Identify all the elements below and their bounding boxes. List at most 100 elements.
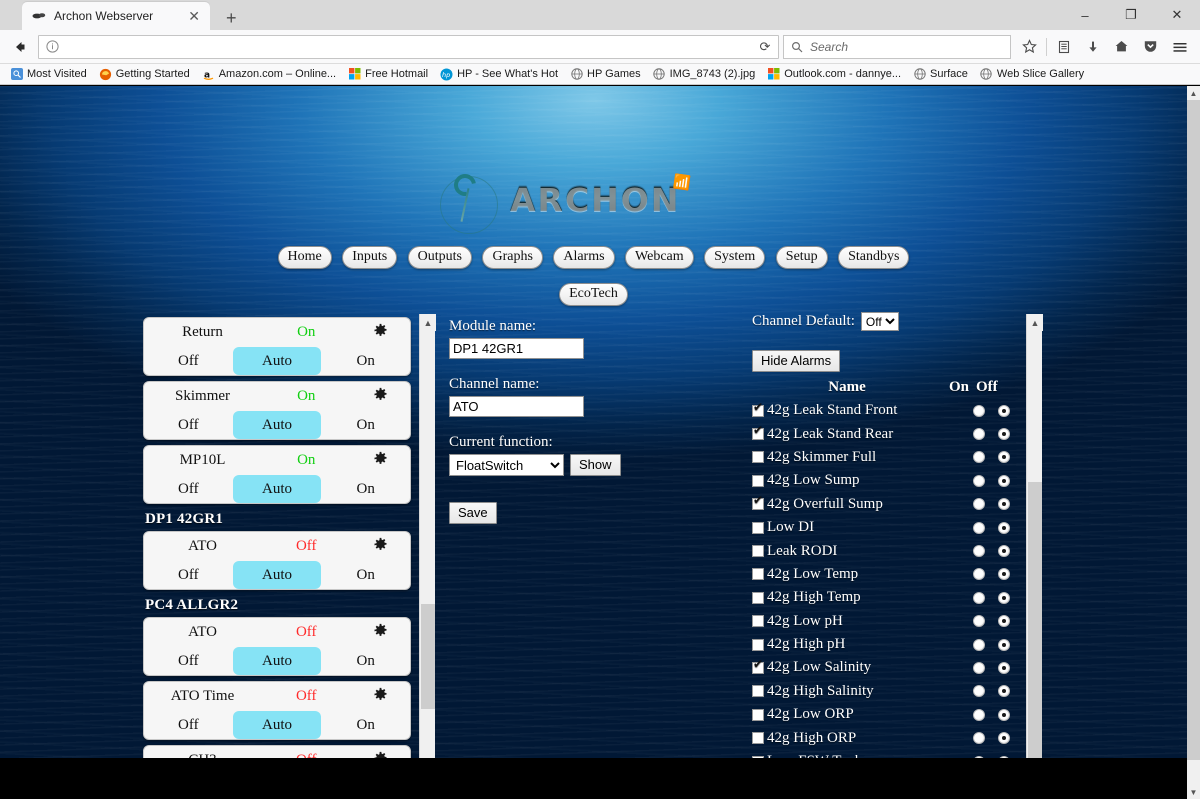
alarm-radio-on[interactable] — [973, 568, 985, 581]
nav-outputs[interactable]: Outputs — [407, 246, 472, 269]
nav-graphs[interactable]: Graphs — [482, 246, 543, 269]
alarm-checkbox[interactable] — [752, 401, 764, 417]
plus-icon[interactable]: + — [220, 9, 243, 27]
alarm-checkbox[interactable] — [752, 708, 764, 721]
alarm-radio-on[interactable] — [973, 732, 985, 745]
alarm-radio-off[interactable] — [998, 685, 1010, 698]
reload-icon[interactable]: ⟳ — [752, 39, 778, 55]
maximize-button[interactable]: ❐ — [1108, 0, 1154, 30]
alarm-radio-on[interactable] — [973, 708, 985, 721]
channel-mode-off[interactable]: Off — [144, 475, 233, 503]
nav-system[interactable]: System — [704, 246, 766, 269]
scrollbar-thumb[interactable] — [1028, 482, 1042, 776]
alarm-radio-on[interactable] — [973, 591, 985, 604]
alarm-radio-off[interactable] — [998, 591, 1010, 604]
alarm-checkbox[interactable] — [752, 591, 764, 604]
nav-setup[interactable]: Setup — [775, 246, 828, 269]
nav-home[interactable]: Home — [277, 246, 332, 269]
alarm-radio-on[interactable] — [973, 545, 985, 558]
save-button[interactable]: Save — [449, 502, 497, 524]
alarm-radio-off[interactable] — [998, 708, 1010, 721]
page-scrollbar[interactable]: ▲ ▼ — [1187, 86, 1200, 799]
nav-alarms[interactable]: Alarms — [553, 246, 615, 269]
alarm-radio-on[interactable] — [973, 685, 985, 698]
alarm-radio-on[interactable] — [973, 521, 985, 534]
alarm-radio-on[interactable] — [973, 615, 985, 628]
channel-mode-off[interactable]: Off — [144, 711, 233, 739]
gear-icon[interactable] — [351, 451, 410, 471]
minimize-button[interactable]: – — [1062, 0, 1108, 30]
chevron-down-icon[interactable]: ▼ — [1187, 785, 1200, 799]
pocket-icon[interactable] — [1136, 33, 1165, 61]
alarm-radio-on[interactable] — [973, 498, 985, 511]
bookmark-surface[interactable]: Surface — [907, 65, 974, 83]
bookmark-hp-see-whats-hot[interactable]: hp HP - See What's Hot — [434, 65, 564, 83]
channel-mode-off[interactable]: Off — [144, 347, 233, 375]
hamburger-menu-icon[interactable] — [1165, 33, 1194, 61]
library-icon[interactable] — [1049, 33, 1078, 61]
alarm-radio-on[interactable] — [973, 638, 985, 651]
info-icon[interactable] — [39, 40, 65, 53]
address-bar[interactable]: ⟳ — [38, 34, 779, 59]
browser-tab[interactable]: Archon Webserver ✕ — [22, 2, 210, 30]
alarm-checkbox[interactable] — [752, 424, 764, 441]
chevron-up-icon[interactable]: ▲ — [1027, 314, 1043, 331]
alarm-radio-off[interactable] — [998, 428, 1010, 441]
alarm-radio-on[interactable] — [973, 428, 985, 441]
channel-mode-on[interactable]: On — [321, 347, 410, 375]
close-icon[interactable]: ✕ — [184, 7, 204, 25]
channel-mode-auto[interactable]: Auto — [232, 561, 322, 589]
bookmark-hp-games[interactable]: HP Games — [564, 65, 647, 83]
alarm-radio-on[interactable] — [973, 404, 985, 417]
current-function-select[interactable]: FloatSwitch — [449, 454, 564, 476]
channel-mode-off[interactable]: Off — [144, 411, 233, 439]
scrollbar-thumb[interactable] — [421, 604, 435, 709]
channel-mode-on[interactable]: On — [321, 475, 410, 503]
alarm-checkbox[interactable] — [752, 494, 764, 511]
home-icon[interactable] — [1107, 33, 1136, 61]
nav-webcam[interactable]: Webcam — [625, 246, 694, 269]
alarm-checkbox[interactable] — [752, 685, 764, 698]
bookmark-getting-started[interactable]: Getting Started — [93, 65, 196, 83]
alarm-radio-off[interactable] — [998, 474, 1010, 487]
channel-mode-off[interactable]: Off — [144, 561, 233, 589]
alarm-checkbox[interactable] — [752, 638, 764, 651]
gear-icon[interactable] — [351, 387, 410, 407]
channel-mode-on[interactable]: On — [321, 711, 410, 739]
channel-mode-auto[interactable]: Auto — [232, 711, 322, 739]
back-arrow-icon[interactable] — [6, 33, 34, 61]
alarm-radio-off[interactable] — [998, 638, 1010, 651]
alarm-checkbox[interactable] — [752, 521, 764, 534]
nav-standbys[interactable]: Standbys — [838, 246, 910, 269]
channel-mode-auto[interactable]: Auto — [232, 647, 322, 675]
channels-scrollbar[interactable]: ▲ ▼ — [419, 314, 436, 776]
gear-icon[interactable] — [351, 623, 410, 643]
search-bar[interactable] — [783, 34, 1011, 59]
module-name-input[interactable] — [449, 338, 584, 359]
bookmark-free-hotmail[interactable]: Free Hotmail — [342, 65, 434, 83]
close-window-button[interactable]: ✕ — [1154, 0, 1200, 30]
bookmark-most-visited[interactable]: Most Visited — [4, 65, 93, 83]
download-icon[interactable] — [1078, 33, 1107, 61]
alarms-scrollbar[interactable]: ▲ ▼ — [1026, 314, 1043, 776]
gear-icon[interactable] — [351, 537, 410, 557]
chevron-up-icon[interactable]: ▲ — [420, 314, 436, 331]
alarm-radio-off[interactable] — [998, 404, 1010, 417]
alarm-checkbox[interactable] — [752, 545, 764, 558]
alarm-radio-off[interactable] — [998, 732, 1010, 745]
channel-mode-on[interactable]: On — [321, 647, 410, 675]
gear-icon[interactable] — [351, 323, 410, 343]
url-input[interactable] — [65, 39, 752, 54]
gear-icon[interactable] — [351, 687, 410, 707]
alarm-radio-off[interactable] — [998, 568, 1010, 581]
alarm-checkbox[interactable] — [752, 568, 764, 581]
hide-alarms-button[interactable]: Hide Alarms — [752, 350, 841, 372]
alarm-checkbox[interactable] — [752, 615, 764, 628]
bookmark-img-8743[interactable]: IMG_8743 (2).jpg — [647, 65, 762, 83]
alarm-checkbox[interactable] — [752, 451, 764, 464]
channel-mode-auto[interactable]: Auto — [232, 347, 322, 375]
nav-ecotech[interactable]: EcoTech — [559, 283, 628, 306]
channel-mode-on[interactable]: On — [321, 561, 410, 589]
bookmark-web-slice-gallery[interactable]: Web Slice Gallery — [974, 65, 1090, 83]
chevron-up-icon[interactable]: ▲ — [1187, 86, 1200, 100]
